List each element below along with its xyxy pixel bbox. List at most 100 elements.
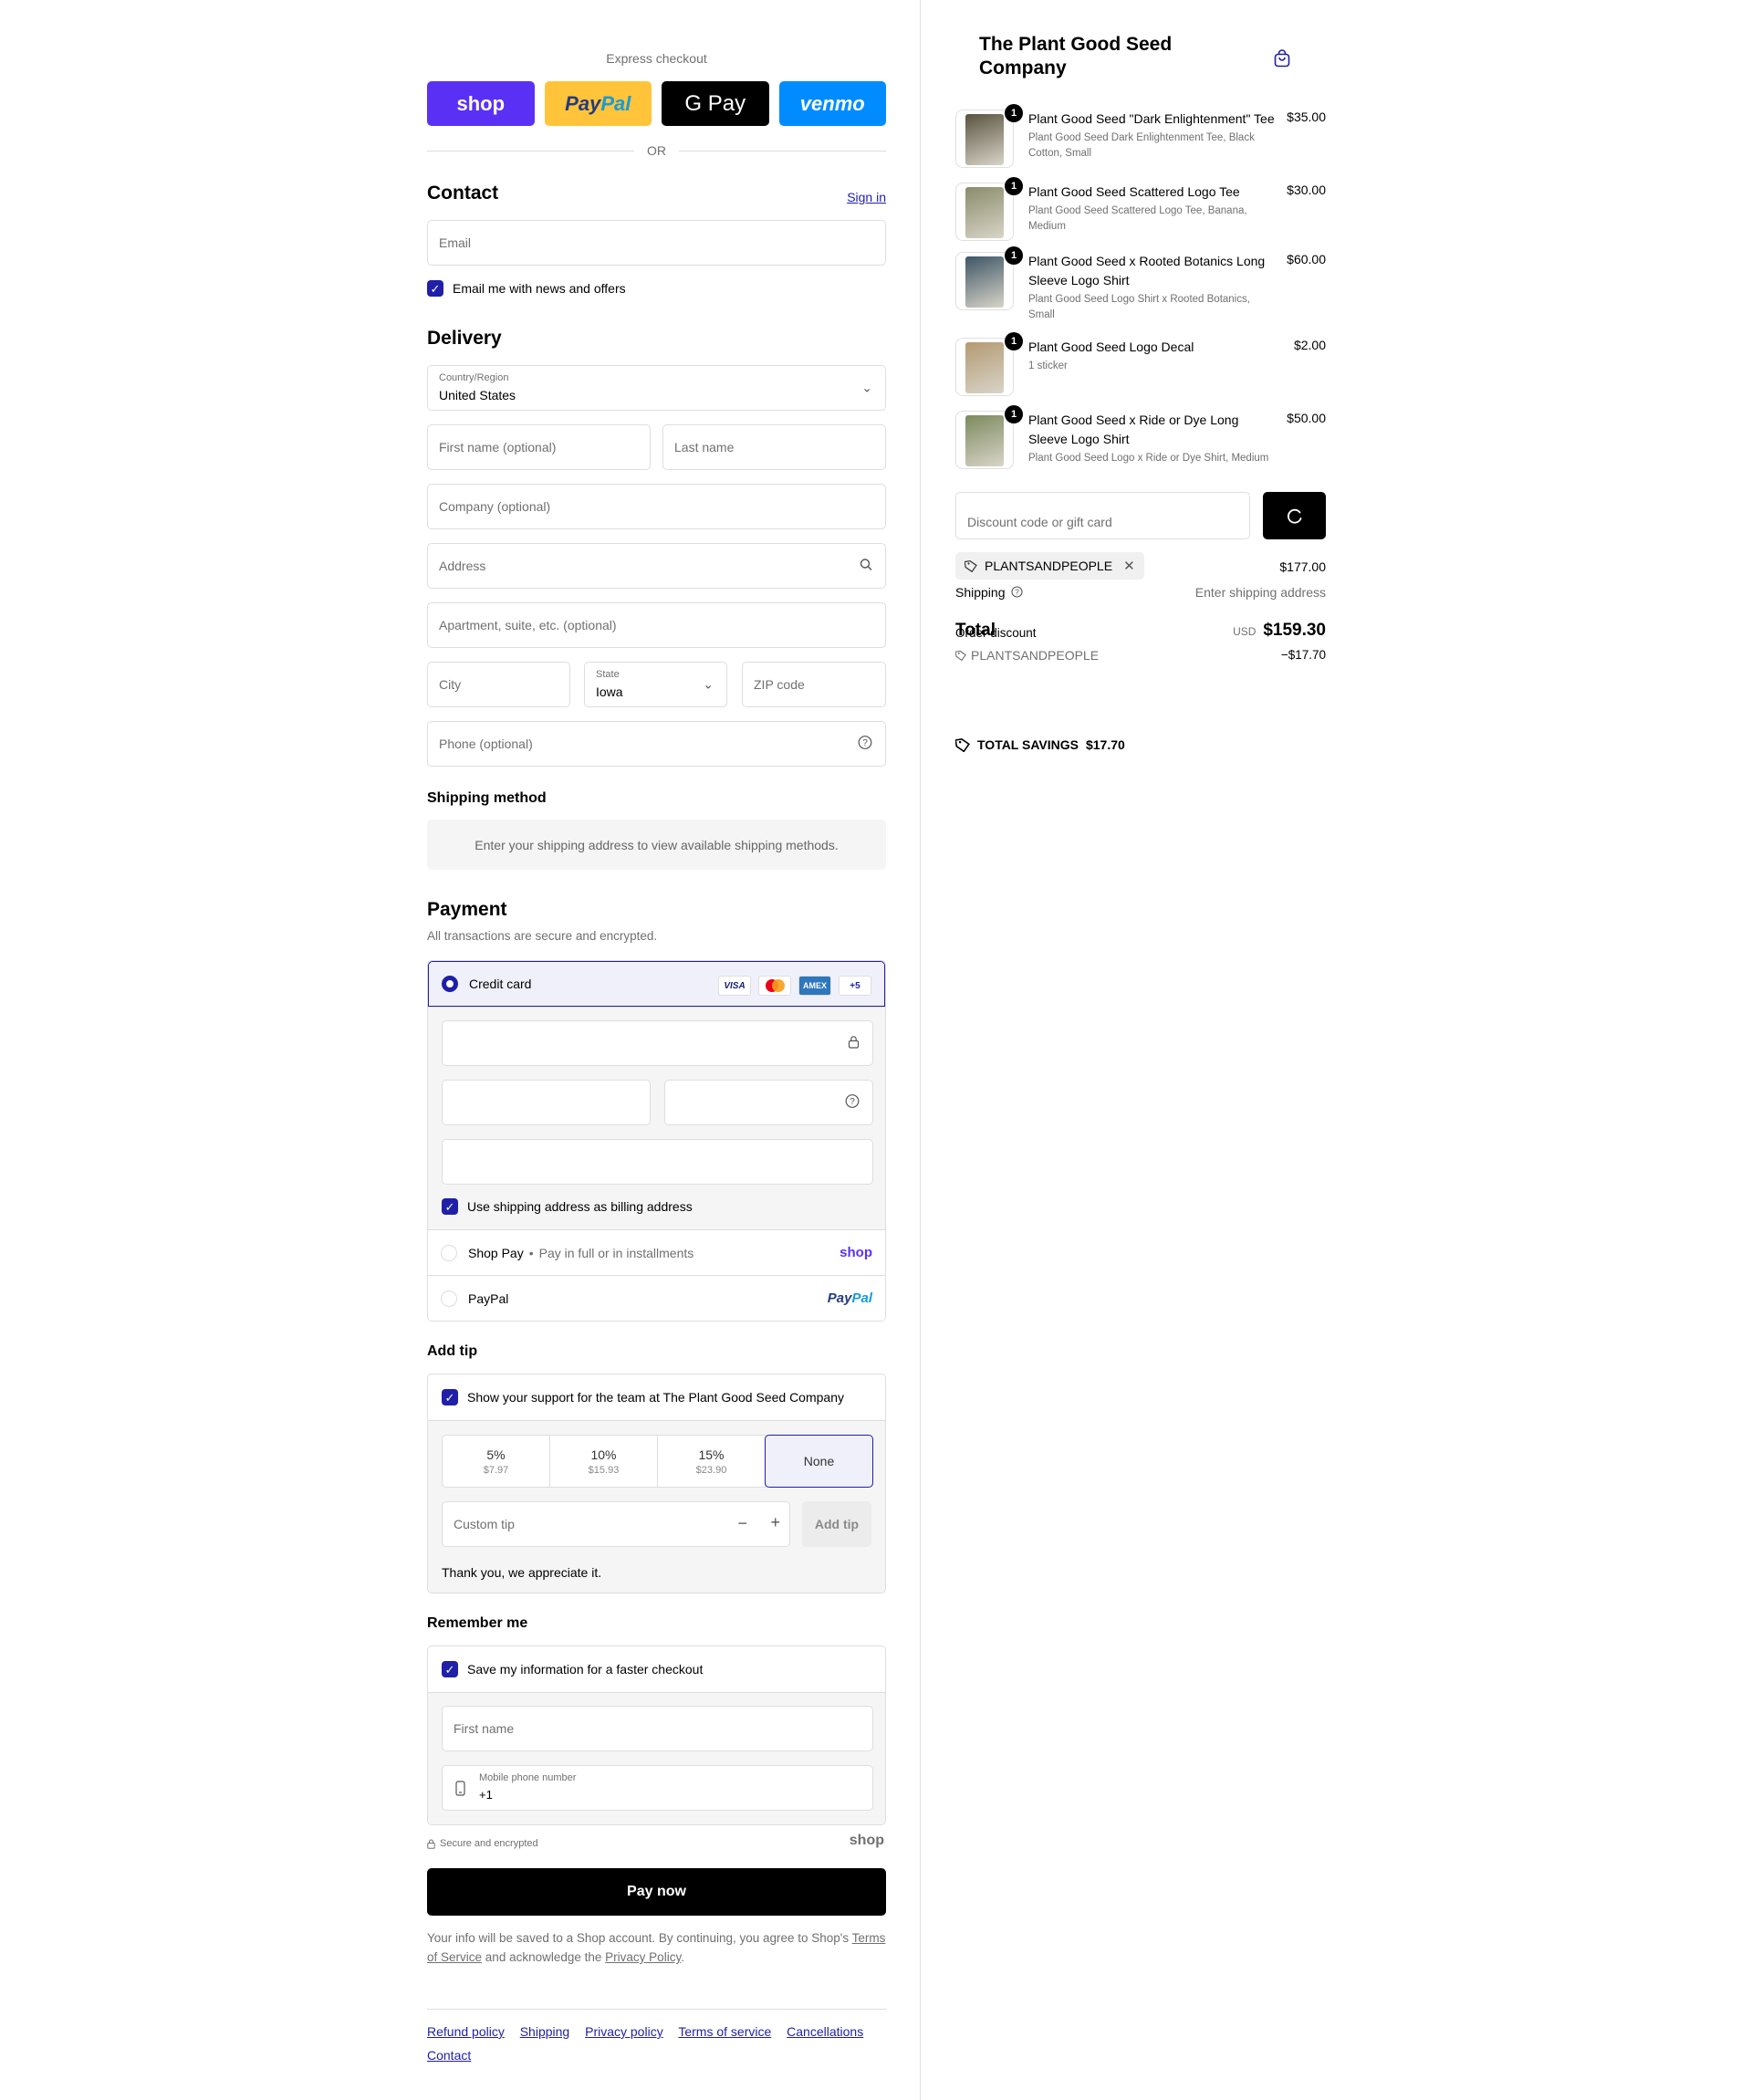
product-title: Plant Good Seed x Ride or Dye Long Sleev…: [1028, 413, 1239, 446]
newsletter-checkbox[interactable]: ✓ Email me with news and offers: [427, 280, 626, 297]
paypal-button[interactable]: Pay Pal: [544, 81, 652, 126]
product-price: $50.00: [1287, 411, 1326, 425]
refund-policy-link[interactable]: Refund policy: [427, 2024, 505, 2039]
minus-icon[interactable]: −: [737, 1514, 747, 1533]
shopping-bag-icon[interactable]: [1274, 49, 1290, 68]
checkmark-icon: ✓: [427, 280, 443, 297]
tip-support-label: Show your support for the team at The Pl…: [467, 1390, 844, 1405]
shipping-label: Shipping: [955, 585, 1006, 600]
product-thumbnail: [955, 110, 1014, 168]
credit-card-option[interactable]: Credit card VISA AMEX +5: [428, 961, 885, 1007]
paypal-option[interactable]: PayPal PayPal: [428, 1275, 885, 1321]
address-placeholder: Address: [439, 559, 486, 573]
email-field[interactable]: Email: [427, 220, 886, 266]
help-icon[interactable]: ?: [1011, 586, 1023, 601]
secure-note: Secure and encrypted: [427, 1838, 538, 1849]
remove-discount-icon[interactable]: ✕: [1123, 558, 1135, 574]
product-image: [965, 114, 1004, 165]
pay-now-button[interactable]: Pay now: [427, 1868, 886, 1916]
company-field[interactable]: Company (optional): [427, 484, 886, 529]
tip-option-none[interactable]: None: [765, 1435, 873, 1488]
express-checkout-title: Express checkout: [606, 51, 707, 66]
shop-privacy-link[interactable]: Privacy Policy: [605, 1950, 681, 1964]
legal-text: Your info will be saved to a Shop accoun…: [427, 1928, 886, 1967]
cancellations-link[interactable]: Cancellations: [787, 2024, 863, 2039]
custom-tip-field[interactable]: Custom tip − +: [442, 1501, 790, 1547]
tag-icon: [965, 559, 977, 572]
add-tip-button[interactable]: Add tip: [802, 1501, 871, 1547]
tip-option-5[interactable]: 5% $7.97: [443, 1436, 550, 1487]
quantity-badge: 1: [1005, 405, 1023, 423]
name-on-card-field[interactable]: [442, 1139, 873, 1185]
privacy-policy-link[interactable]: Privacy policy: [585, 2024, 663, 2039]
radio-unselected[interactable]: [441, 1290, 457, 1307]
tip-option-15[interactable]: 15% $23.90: [658, 1436, 766, 1487]
mobile-phone-field[interactable]: Mobile phone number +1: [442, 1765, 873, 1811]
state-label: State: [596, 669, 620, 680]
card-number-field[interactable]: [442, 1020, 873, 1066]
delivery-heading: Delivery: [427, 328, 502, 349]
zip-field[interactable]: ZIP code: [742, 662, 886, 707]
payment-methods: Credit card VISA AMEX +5 ? ✓ Use shippin…: [427, 960, 886, 1322]
company-placeholder: Company (optional): [439, 499, 551, 514]
shop-pay-label: Shop Pay: [468, 1245, 524, 1260]
venmo-button[interactable]: venmo: [778, 81, 886, 126]
tip-option-10[interactable]: 10% $15.93: [550, 1436, 658, 1487]
tip-amount: $23.90: [695, 1464, 727, 1476]
google-pay-button[interactable]: G Pay: [662, 81, 769, 126]
billing-same-checkbox[interactable]: ✓ Use shipping address as billing addres…: [442, 1198, 693, 1215]
state-select[interactable]: State Iowa ⌄: [584, 662, 727, 707]
total-savings: TOTAL SAVINGS $17.70: [955, 737, 1326, 752]
express-checkout-buttons: shop Pay Pal G Pay venmo: [427, 81, 886, 126]
help-icon[interactable]: ?: [858, 736, 872, 753]
radio-selected[interactable]: [442, 976, 458, 992]
product-thumbnail: [955, 252, 1014, 310]
product-name: Plant Good Seed x Rooted Botanics Long S…: [1028, 252, 1275, 323]
shipping-method-notice: Enter your shipping address to view avai…: [427, 820, 886, 870]
product-name: Plant Good Seed x Ride or Dye Long Sleev…: [1028, 411, 1275, 466]
discount-value: −$17.70: [1280, 648, 1326, 662]
expiry-field[interactable]: [442, 1080, 651, 1125]
shipping-row: Shipping ? Enter shipping address: [955, 585, 1326, 601]
help-icon[interactable]: ?: [845, 1094, 860, 1112]
apply-discount-button[interactable]: [1263, 492, 1326, 539]
security-code-field[interactable]: ?: [664, 1080, 873, 1125]
tip-options: 5% $7.97 10% $15.93 15% $23.90 None: [442, 1435, 873, 1488]
tip-support-checkbox[interactable]: ✓ Show your support for the team at The …: [442, 1389, 844, 1405]
apartment-placeholder: Apartment, suite, etc. (optional): [439, 618, 617, 632]
tag-icon: [955, 650, 966, 661]
save-info-checkbox[interactable]: ✓ Save my information for a faster check…: [442, 1661, 703, 1677]
total-amount: USD $159.30: [1233, 621, 1326, 641]
tip-amount: $15.93: [588, 1464, 620, 1476]
city-field[interactable]: City: [427, 662, 570, 707]
discount-code-field[interactable]: Discount code or gift card: [955, 492, 1250, 539]
last-name-placeholder: Last name: [674, 440, 735, 454]
last-name-field[interactable]: Last name: [662, 424, 886, 470]
product-price: $35.00: [1287, 110, 1326, 124]
contact-link[interactable]: Contact: [427, 2048, 471, 2063]
shop-pay-button[interactable]: shop: [427, 81, 535, 126]
order-discount-code-text: PLANTSANDPEOPLE: [971, 648, 1100, 663]
product-price: $2.00: [1293, 338, 1326, 352]
checkout-page: Express checkout shop Pay Pal G Pay venmo…: [0, 0, 1752, 2100]
remember-first-name-field[interactable]: First name: [442, 1706, 873, 1751]
shop-pay-option[interactable]: Shop Pay • Pay in full or in installment…: [428, 1229, 885, 1275]
payment-subtitle: All transactions are secure and encrypte…: [427, 929, 658, 943]
radio-unselected[interactable]: [441, 1244, 457, 1261]
apartment-field[interactable]: Apartment, suite, etc. (optional): [427, 602, 886, 648]
mobile-value: +1: [479, 1788, 493, 1802]
phone-field[interactable]: Phone (optional) ?: [427, 721, 886, 767]
remember-first-name-placeholder: First name: [454, 1721, 515, 1736]
checkmark-icon: ✓: [442, 1661, 458, 1677]
chevron-down-icon: ⌄: [703, 676, 714, 692]
product-title: Plant Good Seed Scattered Logo Tee: [1028, 184, 1240, 199]
country-select[interactable]: Country/Region United States ⌄: [427, 365, 886, 411]
shipping-method-message: Enter your shipping address to view avai…: [474, 837, 839, 852]
first-name-field[interactable]: First name (optional): [427, 424, 651, 470]
applied-discount-code: PLANTSANDPEOPLE: [985, 559, 1113, 573]
sign-in-link[interactable]: Sign in: [847, 190, 886, 204]
shipping-link[interactable]: Shipping: [520, 2024, 570, 2039]
plus-icon[interactable]: +: [770, 1513, 780, 1532]
address-field[interactable]: Address: [427, 543, 886, 589]
terms-of-service-link[interactable]: Terms of service: [678, 2024, 771, 2039]
